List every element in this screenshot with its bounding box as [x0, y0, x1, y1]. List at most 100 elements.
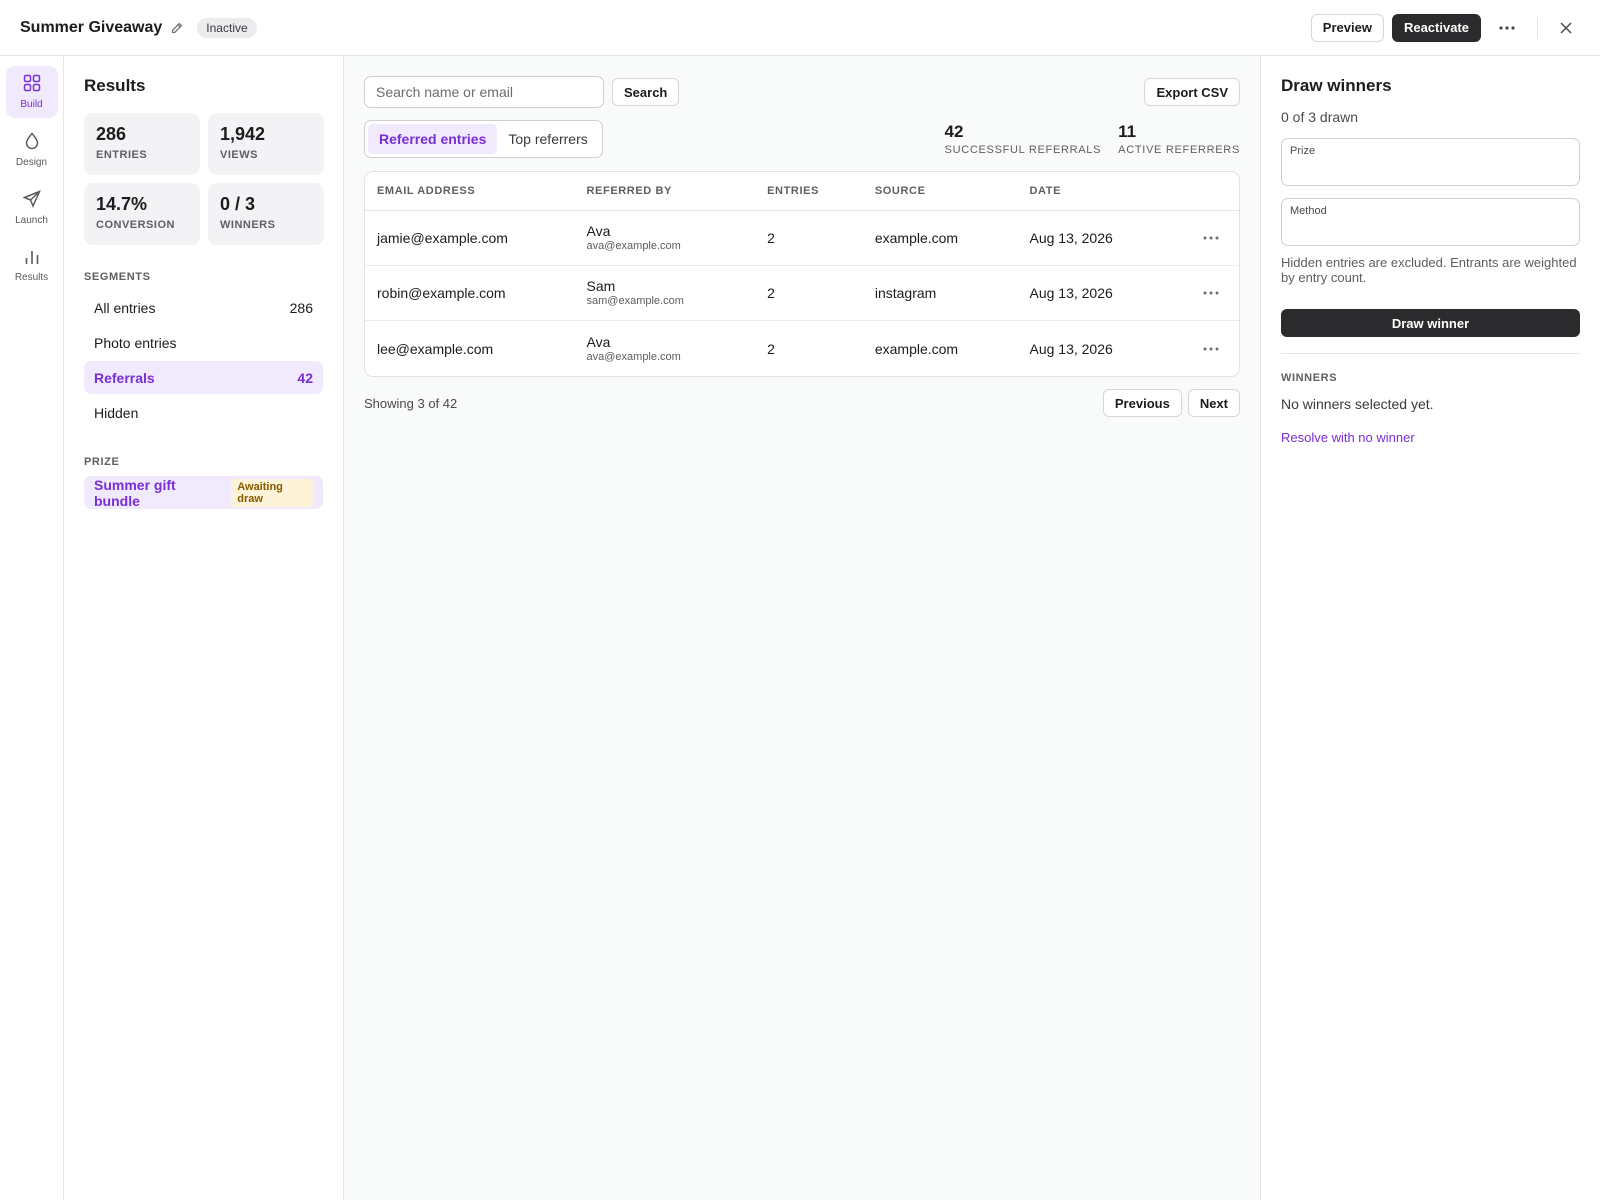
status-badge: Inactive [197, 17, 257, 38]
top-bar: Summer Giveaway Inactive Preview Reactiv… [0, 0, 1600, 56]
paper-plane-icon [22, 190, 41, 211]
close-icon[interactable] [1552, 14, 1580, 42]
cell-entries: 2 [767, 285, 775, 301]
preview-button[interactable]: Preview [1310, 13, 1384, 42]
kpi-value: 42 [944, 122, 964, 141]
page-title: Summer Giveaway [20, 18, 163, 36]
stat-value: 0 / 3 [220, 194, 256, 214]
divider [1281, 353, 1580, 354]
cell-source: instagram [874, 285, 937, 301]
pencil-icon[interactable] [171, 22, 183, 34]
cell-referred-by: Sam sam@example.com [587, 278, 768, 308]
table-footer: Showing 3 of 42 Previous Next [364, 389, 1240, 417]
search-button[interactable]: Search [612, 78, 680, 106]
column-header-referred-by[interactable]: REFERRED BY [587, 185, 768, 197]
tabs-row: Referred entries Top referrers 42 SUCCES… [364, 120, 1240, 158]
bar-chart-icon [24, 249, 40, 268]
cell-date: Aug 13, 2026 [1029, 230, 1113, 246]
segment-all-entries[interactable]: All entries 286 [84, 291, 323, 324]
segments-heading: SEGMENTS [84, 271, 151, 283]
cell-email: lee@example.com [377, 340, 494, 357]
referral-kpis: 42 SUCCESSFUL REFERRALS 11 ACTIVE REFERR… [928, 122, 1240, 156]
table-row[interactable]: jamie@example.com Ava ava@example.com 2 … [365, 211, 1239, 266]
stat-value: 1,942 [220, 124, 266, 144]
cell-referred-by: Ava ava@example.com [587, 334, 768, 364]
rail-label: Results [14, 272, 49, 283]
stat-value: 14.7% [96, 194, 148, 214]
segment-hidden[interactable]: Hidden [84, 396, 323, 429]
previous-page-button[interactable]: Previous [1102, 389, 1182, 417]
draw-winner-button[interactable]: Draw winner [1281, 309, 1580, 337]
stat-label: CONVERSION [96, 219, 175, 231]
referrer-email: sam@example.com [586, 295, 684, 307]
table-row[interactable]: lee@example.com Ava ava@example.com 2 ex… [365, 321, 1239, 376]
rail-item-launch[interactable]: Launch [6, 182, 58, 234]
prize-item[interactable]: Summer gift bundle Awaiting draw [84, 476, 323, 509]
cell-entries: 2 [767, 230, 775, 246]
prize-field-label: Prize [1290, 145, 1316, 157]
cell-date: Aug 13, 2026 [1029, 340, 1113, 357]
tab-referred-entries[interactable]: Referred entries [368, 124, 498, 154]
tab-top-referrers[interactable]: Top referrers [497, 124, 598, 154]
stat-card-conversion: 14.7% CONVERSION [84, 183, 200, 245]
column-header-email[interactable]: EMAIL ADDRESS [365, 185, 587, 197]
cell-date: Aug 13, 2026 [1029, 285, 1113, 301]
prize-field[interactable]: Prize [1281, 138, 1580, 186]
segment-label: Referrals [94, 369, 155, 386]
row-more-icon[interactable] [1197, 338, 1225, 360]
reactivate-button[interactable]: Reactivate [1391, 13, 1481, 42]
table-row[interactable]: robin@example.com Sam sam@example.com 2 … [365, 266, 1239, 321]
results-panel: Results 286 ENTRIES 1,942 VIEWS 14.7% CO… [64, 56, 344, 1200]
column-header-source[interactable]: SOURCE [875, 185, 1030, 197]
prize-status-badge: Awaiting draw [231, 478, 313, 507]
stat-value: 286 [96, 124, 127, 144]
more-options-icon[interactable] [1493, 14, 1521, 42]
referrer-email: ava@example.com [586, 240, 681, 252]
rail-item-results[interactable]: Results [6, 240, 58, 292]
search-row: Search Export CSV [364, 76, 1240, 108]
view-tabs: Referred entries Top referrers [364, 120, 603, 158]
drawn-count: 0 of 3 drawn [1281, 109, 1359, 125]
segment-label: Hidden [94, 404, 139, 421]
entries-table: EMAIL ADDRESS REFERRED BY ENTRIES SOURCE… [364, 171, 1240, 377]
segment-count: 42 [297, 369, 313, 386]
draw-winners-title: Draw winners [1281, 76, 1392, 95]
resolve-no-winner-link[interactable]: Resolve with no winner [1281, 430, 1415, 445]
rail-label: Launch [15, 215, 48, 226]
method-field[interactable]: Method [1281, 198, 1580, 246]
table-header: EMAIL ADDRESS REFERRED BY ENTRIES SOURCE… [365, 172, 1239, 211]
column-header-entries[interactable]: ENTRIES [767, 185, 875, 197]
column-header-date[interactable]: DATE [1029, 185, 1183, 197]
kpi-label: SUCCESSFUL REFERRALS [944, 144, 1102, 156]
next-page-button[interactable]: Next [1187, 389, 1240, 417]
kpi-active-referrers: 11 ACTIVE REFERRERS [1118, 122, 1240, 156]
cell-actions [1183, 338, 1239, 360]
prize-name: Summer gift bundle [94, 476, 176, 509]
rail-item-design[interactable]: Design [6, 124, 58, 176]
stat-card-winners: 0 / 3 WINNERS [208, 183, 324, 245]
stat-label: ENTRIES [96, 149, 148, 161]
cell-source: example.com [874, 340, 959, 357]
nav-rail: Build Design Launch Results [0, 56, 64, 1200]
results-title: Results [84, 76, 146, 95]
stats-grid: 286 ENTRIES 1,942 VIEWS 14.7% CONVERSION… [84, 113, 324, 245]
no-winners-message: No winners selected yet. [1281, 396, 1434, 412]
search-input[interactable] [364, 76, 604, 108]
segment-referrals[interactable]: Referrals 42 [84, 361, 323, 394]
rail-label: Design [15, 157, 48, 168]
referrer-email: ava@example.com [586, 350, 681, 363]
row-more-icon[interactable] [1197, 227, 1225, 249]
grid-icon [23, 74, 41, 95]
winners-heading: WINNERS [1281, 372, 1338, 384]
row-more-icon[interactable] [1197, 282, 1225, 304]
referrer-name: Ava [586, 223, 611, 239]
method-field-label: Method [1290, 205, 1327, 217]
draw-winners-panel: Draw winners 0 of 3 drawn Prize Method H… [1260, 56, 1600, 1200]
rail-item-build[interactable]: Build [5, 66, 58, 118]
stat-label: WINNERS [220, 219, 276, 231]
pagination-summary: Showing 3 of 42 [364, 395, 458, 411]
segment-photo-entries[interactable]: Photo entries [84, 326, 323, 359]
referrer-name: Sam [586, 278, 616, 294]
kpi-value: 11 [1118, 122, 1137, 141]
export-csv-button[interactable]: Export CSV [1144, 78, 1240, 106]
